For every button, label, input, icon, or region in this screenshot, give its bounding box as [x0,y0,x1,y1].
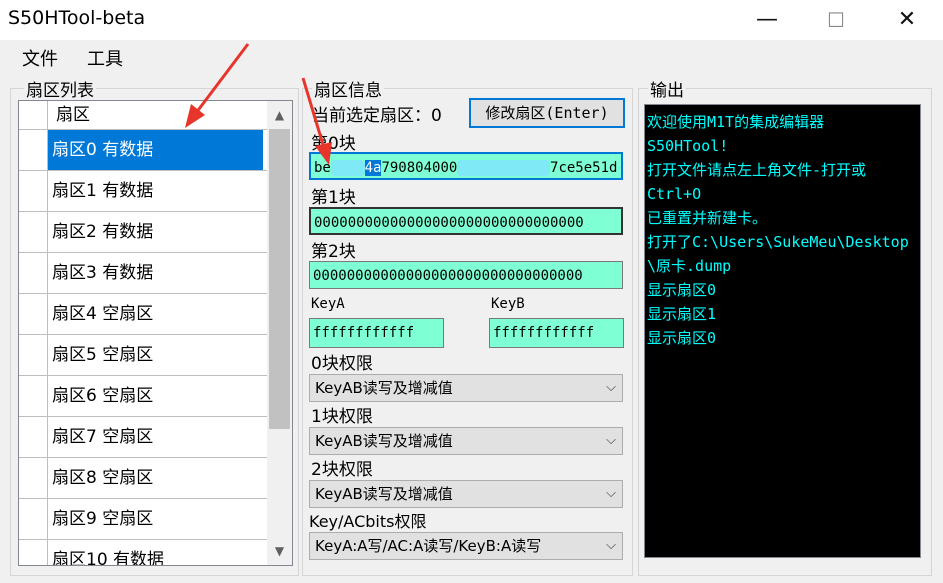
annotation-arrows [185,43,332,165]
annotation-arrow [301,77,332,165]
annotation-arrow [185,43,250,128]
